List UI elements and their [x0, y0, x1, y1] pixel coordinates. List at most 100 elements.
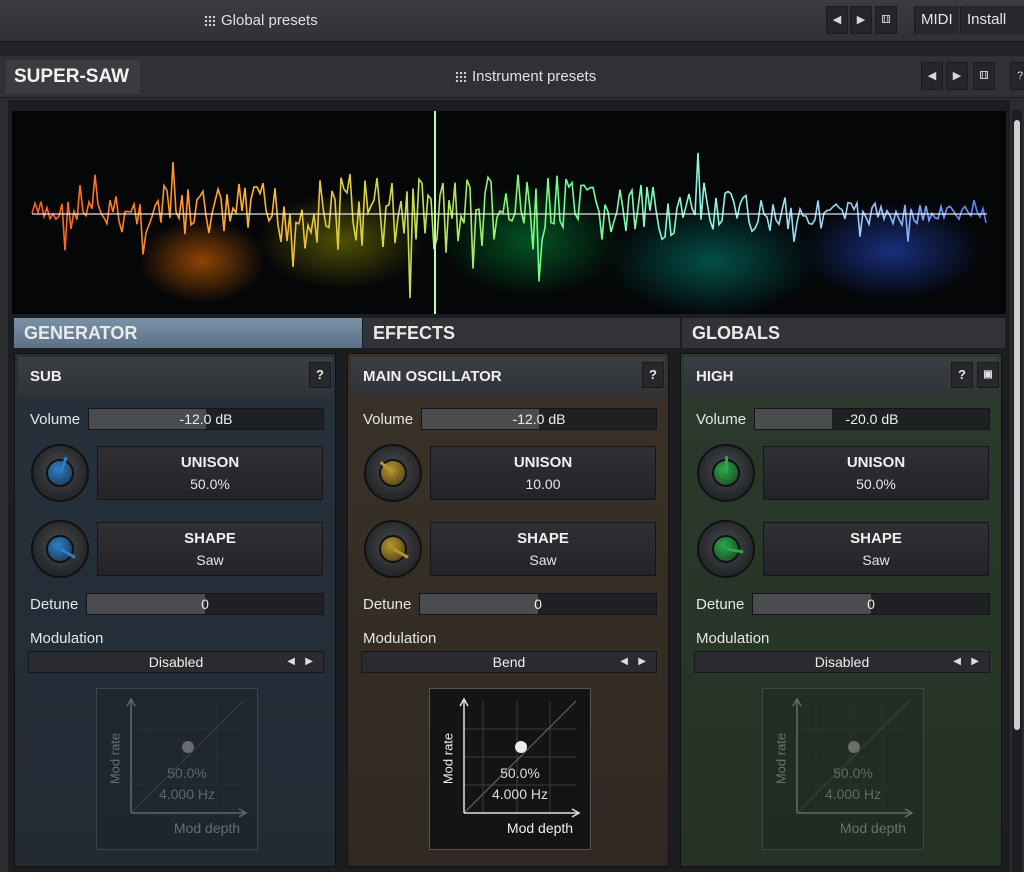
sub-shape-title: SHAPE [184, 530, 236, 547]
main-oscillator-mod-depth-value: 50.0% [500, 765, 540, 781]
high-volume-label: Volume [696, 411, 747, 428]
main-oscillator-unison-value: 10.00 [525, 476, 561, 492]
high-modulation-select[interactable]: Disabled ◀ ▶ [694, 651, 990, 673]
sub-volume-slider[interactable]: -12.0 dB [88, 408, 324, 430]
high-detune-label: Detune [696, 596, 745, 613]
install-presets-button[interactable]: Install pr [960, 6, 1024, 56]
waveform-line [31, 152, 987, 299]
global-presets-button[interactable]: Global presets [204, 0, 318, 42]
sub-unison-button[interactable]: UNISON 50.0% [97, 446, 323, 500]
sub-shape-knob[interactable] [31, 520, 89, 578]
sub-detune-slider[interactable]: 0 [86, 593, 324, 615]
main-oscillator-shape-knob[interactable] [364, 520, 422, 578]
triangle-left-icon[interactable]: ◀ [953, 652, 961, 672]
grid-icon [455, 71, 466, 82]
mod-point[interactable] [515, 741, 527, 753]
sub-mod-x-label: Mod depth [173, 820, 241, 836]
sub-unison-knob[interactable] [31, 444, 89, 502]
high-unison-button[interactable]: UNISON 50.0% [763, 446, 989, 500]
sub-shape-button[interactable]: SHAPE Saw [97, 522, 323, 576]
triangle-left-icon[interactable]: ◀ [287, 652, 295, 672]
triangle-right-icon[interactable]: ▶ [638, 652, 646, 672]
instrument-prev-preset-button[interactable]: ◀ [921, 62, 943, 90]
main-oscillator-unison-button[interactable]: UNISON 10.00 [430, 446, 656, 500]
main-oscillator-detune-slider[interactable]: 0 [419, 593, 657, 615]
high-mod-graph[interactable]: Mod rate 50.0% 4.000 Hz Mod depth [762, 688, 924, 850]
global-toolbar: Global presets ◀ ▶ ⚅ MIDI Install pr [0, 0, 1024, 56]
mod-point[interactable] [182, 741, 194, 753]
high-panel: HIGH ? ▣ Volume -20.0 dB UNISON 50.0% SH… [680, 353, 1002, 867]
main-oscillator-volume-slider[interactable]: -12.0 dB [421, 408, 657, 430]
sub-modulation-select[interactable]: Disabled ◀ ▶ [28, 651, 324, 673]
high-shape-button[interactable]: SHAPE Saw [763, 522, 989, 576]
sub-unison-title: UNISON [180, 454, 240, 471]
scrollbar-thumb[interactable] [1014, 120, 1020, 730]
high-toggle-button[interactable]: ▣ [977, 362, 999, 388]
sub-help-button[interactable]: ? [309, 362, 331, 388]
high-unison-knob[interactable] [697, 444, 755, 502]
waveform-graphic [31, 111, 987, 314]
high-mod-x-label: Mod depth [839, 820, 907, 836]
high-help-button[interactable]: ? [951, 362, 973, 388]
main-oscillator-shape-button[interactable]: SHAPE Saw [430, 522, 656, 576]
high-modulation-value: Disabled [814, 654, 870, 670]
main-oscillator-unison-knob[interactable] [364, 444, 422, 502]
sub-unison-value: 50.0% [190, 476, 230, 492]
instrument-random-preset-button[interactable]: ⚅ [973, 62, 995, 90]
graph-body: Mod rate 50.0% 4.000 Hz Mod depth [430, 689, 592, 851]
global-prev-preset-button[interactable]: ◀ [826, 6, 848, 34]
sub-mod-y-label: Mod rate [107, 732, 123, 785]
instrument-help-button[interactable]: ? [1010, 62, 1024, 90]
mod-point[interactable] [848, 741, 860, 753]
sub-mod-rate-value: 4.000 Hz [158, 786, 216, 802]
high-detune-value: 0 [867, 596, 875, 612]
help-label: ? [958, 367, 966, 382]
triangle-left-icon[interactable]: ◀ [620, 652, 628, 672]
divider [0, 42, 1024, 56]
vertical-scrollbar[interactable] [1012, 110, 1022, 872]
triangle-right-icon[interactable]: ▶ [971, 652, 979, 672]
main-oscillator-volume-label: Volume [363, 411, 414, 428]
triangle-right-icon[interactable]: ▶ [305, 652, 313, 672]
high-volume-slider[interactable]: -20.0 dB [754, 408, 990, 430]
high-detune-slider[interactable]: 0 [752, 593, 990, 615]
main-oscillator-detune-label: Detune [363, 596, 412, 613]
midi-label: MIDI [921, 11, 953, 28]
tab-globals[interactable]: GLOBALS [682, 318, 1005, 348]
high-shape-value: Saw [862, 552, 890, 568]
graph-body: Mod rate 50.0% 4.000 Hz Mod depth [763, 689, 925, 851]
sub-mod-depth-value: 50.0% [167, 765, 207, 781]
main-oscillator-mod-y-label: Mod rate [440, 732, 456, 785]
midi-button[interactable]: MIDI [914, 6, 959, 34]
tab-effects[interactable]: EFFECTS [363, 318, 680, 348]
main-oscillator-volume-value: -12.0 dB [512, 411, 566, 427]
main-oscillator-header: MAIN OSCILLATOR [351, 357, 665, 397]
tab-generator[interactable]: GENERATOR [14, 318, 362, 348]
instrument-presets-button[interactable]: Instrument presets [455, 56, 596, 98]
high-shape-knob[interactable] [697, 520, 755, 578]
instrument-next-preset-button[interactable]: ▶ [946, 62, 968, 90]
sub-volume-label: Volume [30, 411, 81, 428]
main-oscillator-help-button[interactable]: ? [642, 362, 664, 388]
main-oscillator-mod-graph[interactable]: Mod rate 50.0% 4.000 Hz Mod depth [429, 688, 591, 850]
help-label: ? [316, 367, 324, 382]
sub-modulation-value: Disabled [148, 654, 204, 670]
triangle-left-icon: ◀ [927, 70, 937, 82]
synth-banner-image [12, 111, 1006, 314]
triangle-right-icon: ▶ [952, 70, 962, 82]
main-oscillator-modulation-select[interactable]: Bend ◀ ▶ [361, 651, 657, 673]
global-next-preset-button[interactable]: ▶ [850, 6, 872, 34]
sub-panel: SUB ? Volume -12.0 dB UNISON 50.0% SHAPE… [14, 353, 336, 867]
global-presets-label: Global presets [221, 12, 318, 29]
global-random-preset-button[interactable]: ⚅ [875, 6, 897, 34]
triangle-left-icon: ◀ [832, 14, 842, 26]
sub-volume-value: -12.0 dB [179, 411, 233, 427]
instrument-presets-label: Instrument presets [472, 68, 597, 85]
sub-mod-graph[interactable]: Mod rate 50.0% 4.000 Hz Mod depth [96, 688, 258, 850]
high-title: HIGH [696, 368, 734, 385]
toggle-icon: ▣ [983, 369, 993, 380]
high-mod-depth-value: 50.0% [833, 765, 873, 781]
dice-icon: ⚅ [979, 70, 989, 82]
main-oscillator-modulation-label: Modulation [363, 630, 437, 647]
main-oscillator-unison-title: UNISON [513, 454, 573, 471]
